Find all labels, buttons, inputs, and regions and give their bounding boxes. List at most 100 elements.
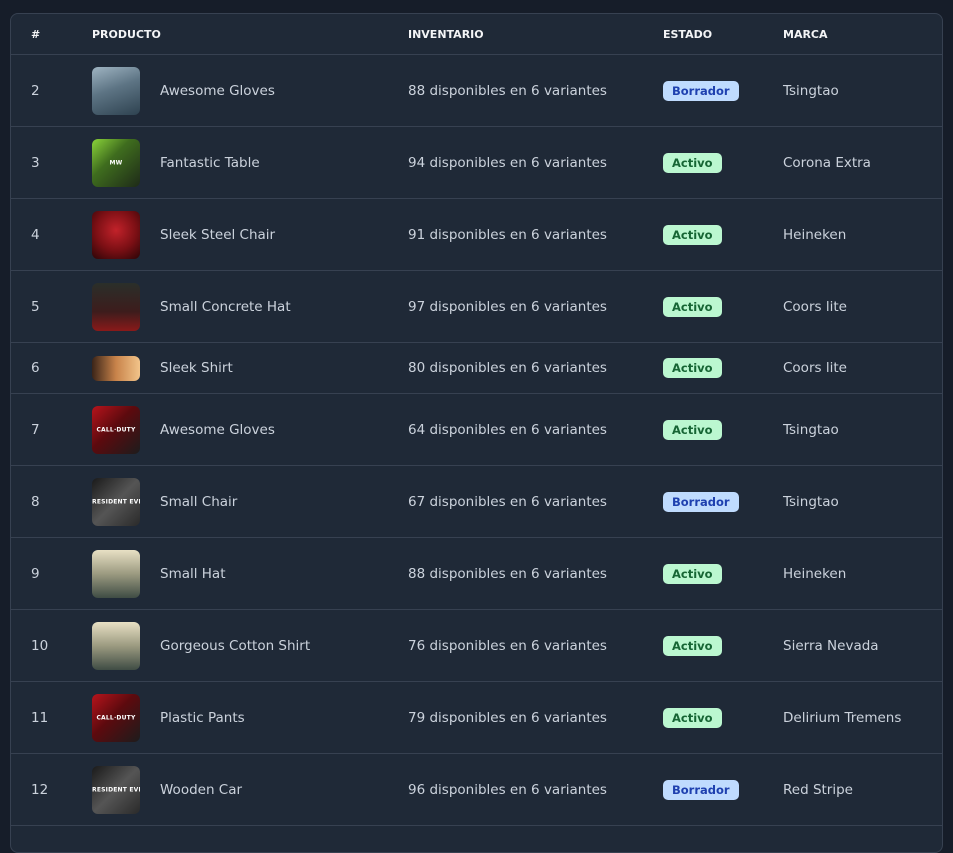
brand-cell: Corona Extra xyxy=(783,126,942,199)
product-thumbnail[interactable]: CALL·DUTY xyxy=(92,405,140,454)
status-cell: Borrador xyxy=(663,465,783,538)
product-name[interactable]: Sleek Shirt xyxy=(160,360,233,376)
product-name[interactable]: Sleek Steel Chair xyxy=(160,227,275,243)
inventory-cell: 94 disponibles en 6 variantes xyxy=(408,126,663,199)
product-name[interactable]: Awesome Gloves xyxy=(160,422,275,438)
product-cell: Small Concrete Hat xyxy=(92,270,408,343)
products-table-panel: # PRODUCTO INVENTARIO ESTADO MARCA 2 Awes… xyxy=(10,13,943,853)
table-row[interactable]: 12RESIDENT EVIL 4 Wooden Car 96 disponible… xyxy=(11,753,942,826)
status-cell: Activo xyxy=(663,609,783,682)
product-name[interactable]: Small Chair xyxy=(160,494,237,510)
brand-cell: Sierra Nevada xyxy=(783,609,942,682)
row-number: 11 xyxy=(11,681,92,754)
status-cell: Activo xyxy=(663,270,783,343)
row-number: 4 xyxy=(11,198,92,271)
inventory-cell: 79 disponibles en 6 variantes xyxy=(408,681,663,754)
table-body: 2 Awesome Gloves 88 disponibles en 6 varia… xyxy=(11,54,942,826)
product-name[interactable]: Small Concrete Hat xyxy=(160,299,291,315)
product-thumbnail[interactable]: RESIDENT EVIL 4 xyxy=(92,477,140,526)
column-header-product[interactable]: PRODUCTO xyxy=(92,14,408,55)
inventory-cell: 96 disponibles en 6 variantes xyxy=(408,753,663,826)
row-number: 12 xyxy=(11,753,92,826)
inventory-cell: 97 disponibles en 6 variantes xyxy=(408,270,663,343)
column-header-brand[interactable]: MARCA xyxy=(783,14,942,55)
thumbnail-logo-text: CALL·DUTY xyxy=(96,714,136,721)
product-thumbnail[interactable] xyxy=(92,621,140,670)
table-header-row: # PRODUCTO INVENTARIO ESTADO MARCA xyxy=(11,14,942,55)
table-row[interactable]: 6 Sleek Shirt 80 disponibles en 6 variante… xyxy=(11,342,942,394)
product-cell: MW Fantastic Table xyxy=(92,126,408,199)
thumbnail-logo-text: MW xyxy=(109,159,123,166)
table-row[interactable]: 5 Small Concrete Hat 97 disponibles en 6 v… xyxy=(11,270,942,343)
product-cell: Sleek Steel Chair xyxy=(92,198,408,271)
product-cell: Small Hat xyxy=(92,537,408,610)
product-cell: Sleek Shirt xyxy=(92,342,408,394)
column-header-number[interactable]: # xyxy=(11,14,92,55)
status-badge: Borrador xyxy=(663,80,739,101)
status-badge: Activo xyxy=(663,707,722,728)
table-row[interactable]: 9 Small Hat 88 disponibles en 6 variantes A… xyxy=(11,537,942,610)
status-badge: Borrador xyxy=(663,779,739,800)
product-cell: CALL·DUTY Awesome Gloves xyxy=(92,393,408,466)
product-name[interactable]: Plastic Pants xyxy=(160,710,245,726)
brand-cell: Coors lite xyxy=(783,342,942,394)
table-row[interactable]: 3 MW Fantastic Table 94 disponibles en 6 va… xyxy=(11,126,942,199)
brand-cell: Tsingtao xyxy=(783,393,942,466)
status-cell: Borrador xyxy=(663,54,783,127)
brand-cell: Red Stripe xyxy=(783,753,942,826)
row-number: 6 xyxy=(11,342,92,394)
table-row[interactable]: 2 Awesome Gloves 88 disponibles en 6 varia… xyxy=(11,54,942,127)
status-cell: Borrador xyxy=(663,753,783,826)
inventory-cell: 76 disponibles en 6 variantes xyxy=(408,609,663,682)
brand-cell: Delirium Tremens xyxy=(783,681,942,754)
product-thumbnail[interactable] xyxy=(92,66,140,115)
table-row[interactable]: 10 Gorgeous Cotton Shirt 76 disponibles en… xyxy=(11,609,942,682)
inventory-cell: 91 disponibles en 6 variantes xyxy=(408,198,663,271)
brand-cell: Coors lite xyxy=(783,270,942,343)
product-cell: Gorgeous Cotton Shirt xyxy=(92,609,408,682)
inventory-cell: 88 disponibles en 6 variantes xyxy=(408,537,663,610)
thumbnail-logo-text: RESIDENT EVIL 4 xyxy=(92,786,140,793)
product-thumbnail[interactable] xyxy=(92,210,140,259)
product-name[interactable]: Awesome Gloves xyxy=(160,83,275,99)
table-row[interactable]: 7 CALL·DUTY Awesome Gloves 64 disponibles e… xyxy=(11,393,942,466)
product-thumbnail[interactable] xyxy=(92,549,140,598)
row-number: 10 xyxy=(11,609,92,682)
status-cell: Activo xyxy=(663,126,783,199)
brand-cell: Tsingtao xyxy=(783,465,942,538)
product-name[interactable]: Small Hat xyxy=(160,566,226,582)
status-badge: Activo xyxy=(663,296,722,317)
product-cell: RESIDENT EVIL 4 Wooden Car xyxy=(92,753,408,826)
product-cell: Awesome Gloves xyxy=(92,54,408,127)
status-badge: Activo xyxy=(663,563,722,584)
products-table: # PRODUCTO INVENTARIO ESTADO MARCA 2 Awes… xyxy=(11,14,942,826)
product-thumbnail[interactable]: CALL·DUTY xyxy=(92,693,140,742)
product-name[interactable]: Wooden Car xyxy=(160,782,242,798)
inventory-cell: 67 disponibles en 6 variantes xyxy=(408,465,663,538)
table-row[interactable]: 8RESIDENT EVIL 4 Small Chair 67 disponible… xyxy=(11,465,942,538)
column-header-inventory[interactable]: INVENTARIO xyxy=(408,14,663,55)
status-badge: Activo xyxy=(663,419,722,440)
brand-cell: Heineken xyxy=(783,198,942,271)
table-row[interactable]: 11 CALL·DUTY Plastic Pants 79 disponibles e… xyxy=(11,681,942,754)
status-cell: Activo xyxy=(663,342,783,394)
status-cell: Activo xyxy=(663,393,783,466)
row-number: 7 xyxy=(11,393,92,466)
status-badge: Activo xyxy=(663,358,722,378)
row-number: 2 xyxy=(11,54,92,127)
product-name[interactable]: Gorgeous Cotton Shirt xyxy=(160,638,310,654)
product-thumbnail[interactable] xyxy=(92,282,140,331)
status-badge: Activo xyxy=(663,635,722,656)
product-thumbnail[interactable]: MW xyxy=(92,138,140,187)
status-cell: Activo xyxy=(663,198,783,271)
product-name[interactable]: Fantastic Table xyxy=(160,155,260,171)
row-number: 9 xyxy=(11,537,92,610)
product-thumbnail[interactable] xyxy=(92,355,140,381)
status-badge: Activo xyxy=(663,152,722,173)
status-badge: Borrador xyxy=(663,491,739,512)
table-row[interactable]: 4 Sleek Steel Chair 91 disponibles en 6 va… xyxy=(11,198,942,271)
status-cell: Activo xyxy=(663,537,783,610)
column-header-status[interactable]: ESTADO xyxy=(663,14,783,55)
inventory-cell: 80 disponibles en 6 variantes xyxy=(408,342,663,394)
product-thumbnail[interactable]: RESIDENT EVIL 4 xyxy=(92,765,140,814)
